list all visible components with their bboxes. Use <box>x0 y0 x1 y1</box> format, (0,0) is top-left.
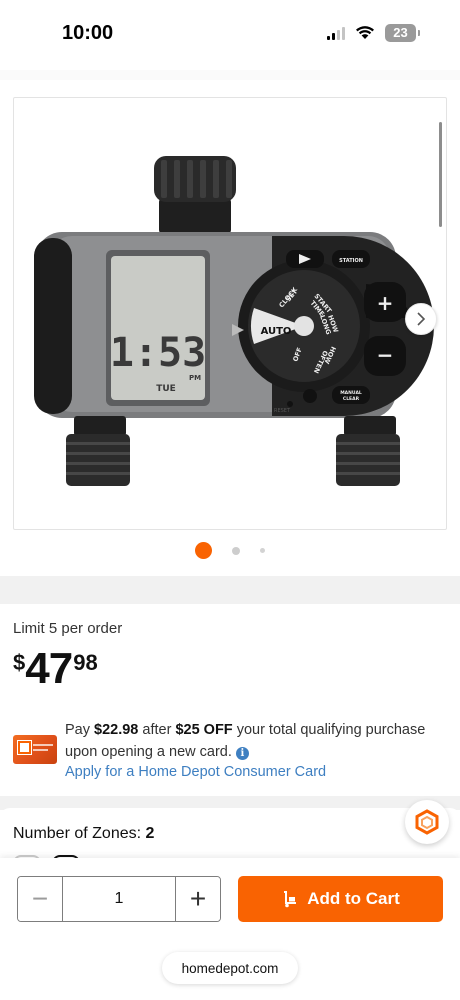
cellular-signal-icon <box>327 27 345 40</box>
zones-label: Number of Zones: 2 <box>13 825 155 842</box>
card-offer-text: Pay $22.98 after $25 OFF your total qual… <box>65 722 426 760</box>
offer-pay-amount: $22.98 <box>94 722 139 738</box>
assistant-button[interactable] <box>405 800 449 844</box>
image-scroll-indicator <box>439 122 442 227</box>
battery-icon: 23 <box>385 24 420 42</box>
quantity-decrease-button[interactable]: − <box>18 877 62 921</box>
offer-discount: $25 OFF <box>175 722 233 738</box>
wifi-icon <box>356 26 374 39</box>
add-to-cart-label: Add to Cart <box>307 889 400 908</box>
status-time: 10:00 <box>62 22 114 44</box>
carousel-dot[interactable] <box>260 548 265 553</box>
price-dollars: 47 <box>25 644 73 693</box>
product-price: $ 47 98 <box>13 646 98 692</box>
browser-url-bar[interactable]: homedepot.com <box>162 952 298 984</box>
product-image-frame[interactable]: 1:53 TUE PM AUTO SET CLOCK START TIME HO… <box>13 97 447 530</box>
add-to-cart-button[interactable]: Add to Cart <box>238 876 443 922</box>
price-cents: 98 <box>73 650 98 675</box>
quantity-input[interactable]: 1 <box>62 877 176 921</box>
carousel-dots[interactable] <box>0 542 460 559</box>
timer-ampm-text: PM <box>189 374 201 382</box>
svg-text:CLEAR: CLEAR <box>343 396 360 402</box>
svg-text:+: + <box>377 291 394 315</box>
quantity-stepper[interactable]: − 1 + <box>17 876 221 922</box>
product-image: 1:53 TUE PM AUTO SET CLOCK START TIME HO… <box>34 156 434 486</box>
credit-card-image <box>13 735 57 764</box>
dolly-cart-icon <box>284 891 297 908</box>
carousel-dot-active[interactable] <box>195 542 212 559</box>
timer-day-text: TUE <box>156 384 176 394</box>
hexagon-assistant-icon <box>415 809 439 835</box>
quantity-increase-button[interactable]: + <box>176 877 220 921</box>
next-image-button[interactable] <box>405 303 437 335</box>
info-icon[interactable]: i <box>235 747 249 760</box>
status-bar: 10:00 23 <box>0 0 460 70</box>
price-currency: $ <box>13 650 26 675</box>
svg-text:RESET: RESET <box>274 408 291 414</box>
zones-value: 2 <box>145 825 155 842</box>
apply-card-link[interactable]: Apply for a Home Depot Consumer Card <box>65 764 326 780</box>
svg-text:STATION: STATION <box>339 258 363 264</box>
product-gallery[interactable]: 1:53 TUE PM AUTO SET CLOCK START TIME HO… <box>0 80 460 580</box>
purchase-limit: Limit 5 per order <box>13 620 123 637</box>
top-divider <box>0 70 460 80</box>
dial-auto-label: AUTO <box>261 326 292 337</box>
carousel-dot[interactable] <box>232 546 240 555</box>
section-divider <box>0 576 460 604</box>
svg-text:MANUAL: MANUAL <box>340 390 362 396</box>
svg-text:−: − <box>377 343 394 367</box>
chevron-right-icon <box>417 312 426 326</box>
timer-time-text: 1:53 <box>110 330 206 376</box>
